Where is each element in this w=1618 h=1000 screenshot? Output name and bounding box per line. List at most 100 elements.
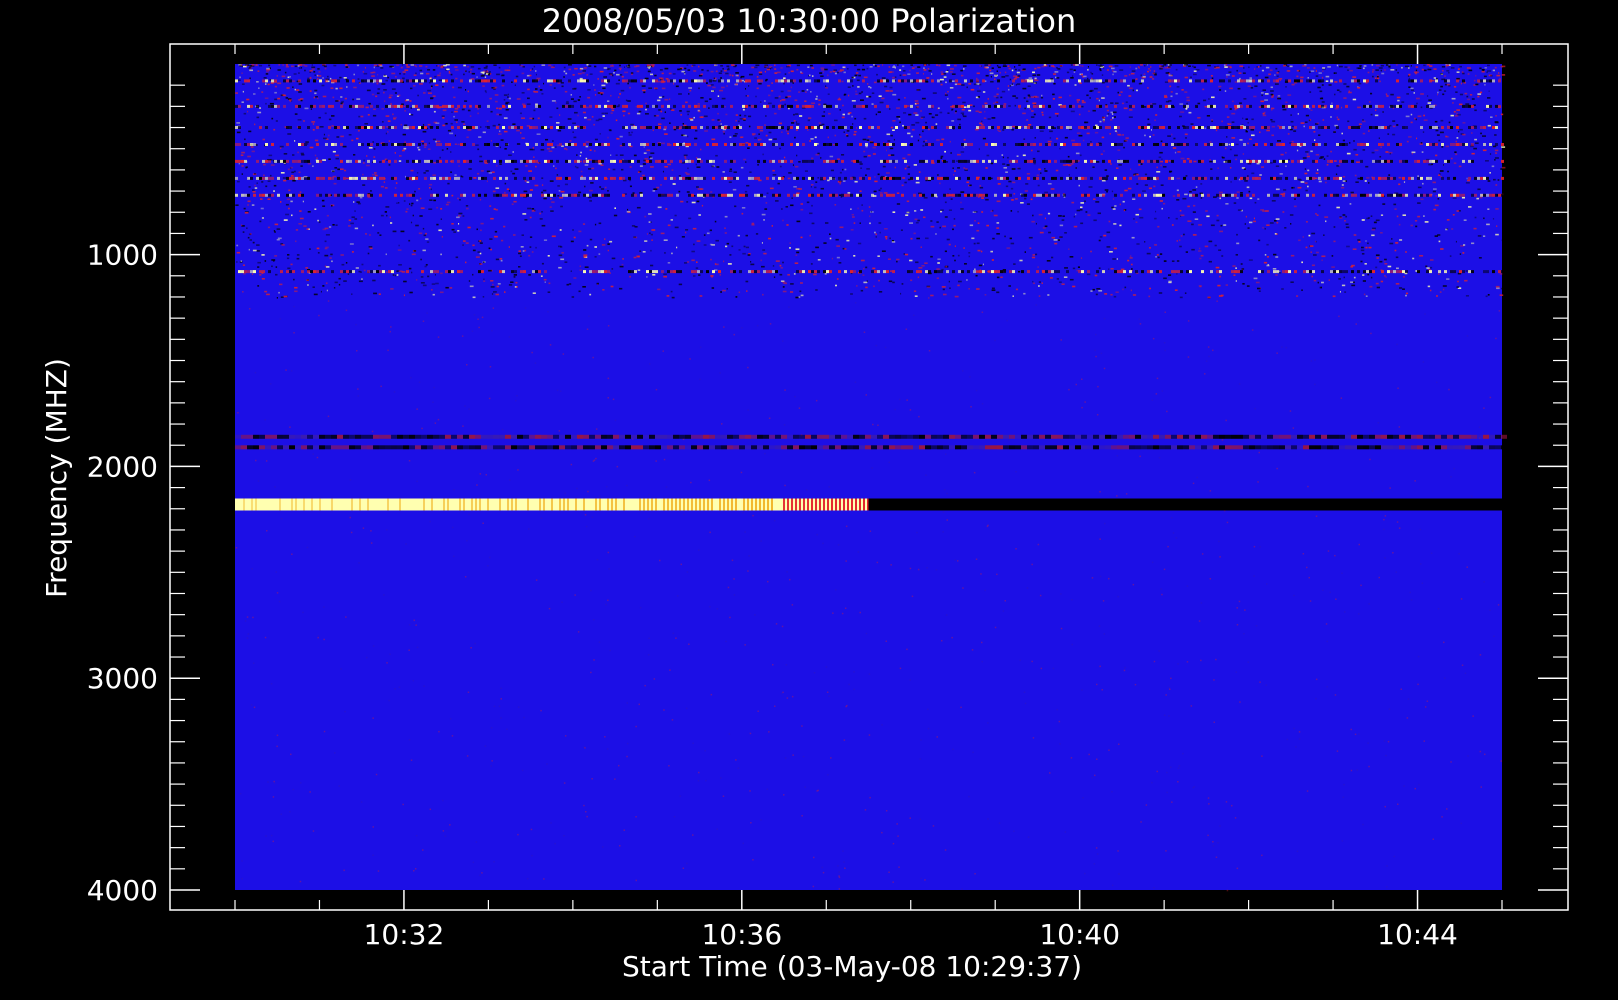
noise-speckle <box>536 133 541 135</box>
noise-speckle <box>394 688 396 690</box>
noise-speckle <box>1168 217 1170 219</box>
noise-speckle <box>869 141 874 144</box>
noise-speckle <box>657 288 661 291</box>
noise-speckle <box>735 72 739 74</box>
noise-speckle <box>341 100 344 103</box>
noise-speckle <box>451 194 454 197</box>
noise-speckle <box>864 809 867 811</box>
noise-speckle <box>526 877 529 880</box>
noise-speckle <box>925 139 928 142</box>
noise-speckle <box>307 211 311 213</box>
noise-speckle <box>1186 158 1190 160</box>
noise-speckle <box>941 138 945 141</box>
noise-speckle <box>496 165 498 167</box>
noise-speckle <box>1091 73 1094 75</box>
noise-speckle <box>1088 186 1093 188</box>
noise-speckle <box>1124 75 1128 77</box>
noise-speckle <box>918 267 923 269</box>
noise-speckle <box>1347 66 1351 69</box>
noise-speckle <box>558 190 561 192</box>
noise-speckle <box>357 130 360 132</box>
noise-speckle <box>1110 268 1114 270</box>
noise-speckle <box>759 73 763 75</box>
noise-speckle <box>892 129 895 131</box>
noise-speckle <box>741 327 743 329</box>
noise-speckle <box>1181 89 1184 91</box>
noise-speckle <box>1005 171 1008 173</box>
noise-speckle <box>1249 138 1252 140</box>
noise-speckle <box>490 727 493 729</box>
noise-speckle <box>254 173 256 175</box>
noise-speckle <box>902 65 905 68</box>
noise-speckle <box>1375 219 1380 222</box>
noise-speckle <box>307 284 309 286</box>
noise-speckle <box>616 73 620 76</box>
noise-speckle <box>834 134 837 137</box>
noise-speckle <box>1446 83 1450 86</box>
noise-speckle <box>236 391 238 393</box>
noise-speckle <box>503 130 508 133</box>
noise-speckle <box>1270 90 1274 92</box>
noise-speckle <box>1144 134 1146 137</box>
noise-speckle <box>780 267 783 269</box>
noise-speckle <box>1429 65 1433 67</box>
noise-speckle <box>1186 661 1189 663</box>
noise-speckle <box>978 264 983 267</box>
noise-speckle <box>531 251 534 253</box>
noise-speckle <box>1291 83 1295 86</box>
noise-speckle <box>1475 83 1479 86</box>
noise-speckle <box>1257 66 1260 68</box>
noise-speckle <box>1374 114 1379 117</box>
noise-speckle <box>703 115 708 118</box>
noise-speckle <box>1114 205 1117 207</box>
noise-speckle <box>1120 91 1123 93</box>
noise-speckle <box>989 72 994 75</box>
noise-speckle <box>245 167 247 169</box>
noise-speckle <box>786 697 789 699</box>
noise-speckle <box>1264 99 1268 101</box>
noise-speckle <box>432 174 436 176</box>
noise-speckle <box>1005 75 1009 77</box>
noise-speckle <box>865 174 867 176</box>
noise-speckle <box>699 116 703 118</box>
noise-speckle <box>1101 136 1105 139</box>
noise-speckle <box>1164 81 1169 83</box>
noise-speckle <box>1048 116 1052 119</box>
noise-speckle <box>345 66 349 68</box>
noise-speckle <box>909 259 913 262</box>
noise-speckle <box>1458 553 1460 555</box>
noise-speckle <box>723 69 727 72</box>
noise-speckle <box>739 114 742 117</box>
noise-speckle <box>839 109 841 111</box>
noise-speckle <box>710 275 714 277</box>
noise-speckle <box>249 67 252 70</box>
noise-speckle <box>1433 208 1436 211</box>
noise-speckle <box>1161 158 1163 161</box>
noise-speckle <box>710 70 714 73</box>
noise-speckle <box>1420 106 1423 109</box>
noise-speckle <box>1041 94 1043 97</box>
noise-speckle <box>457 86 462 89</box>
noise-speckle <box>298 223 302 225</box>
noise-speckle <box>1214 244 1217 247</box>
noise-speckle <box>1348 91 1352 94</box>
noise-speckle <box>490 110 493 113</box>
noise-speckle <box>1156 254 1159 256</box>
noise-speckle <box>608 168 611 170</box>
noise-speckle <box>734 133 738 135</box>
noise-speckle <box>1423 64 1426 67</box>
noise-speckle <box>936 221 939 223</box>
noise-speckle <box>1229 167 1232 169</box>
noise-speckle <box>823 111 826 113</box>
noise-speckle <box>410 759 413 761</box>
noise-speckle <box>1110 163 1112 165</box>
noise-speckle <box>406 208 409 210</box>
noise-speckle <box>951 80 955 82</box>
noise-speckle <box>1396 215 1399 218</box>
noise-speckle <box>419 83 423 85</box>
noise-speckle <box>858 74 861 77</box>
noise-speckle <box>683 513 685 516</box>
noise-speckle <box>455 69 459 71</box>
noise-speckle <box>294 140 296 142</box>
noise-speckle <box>241 101 244 103</box>
